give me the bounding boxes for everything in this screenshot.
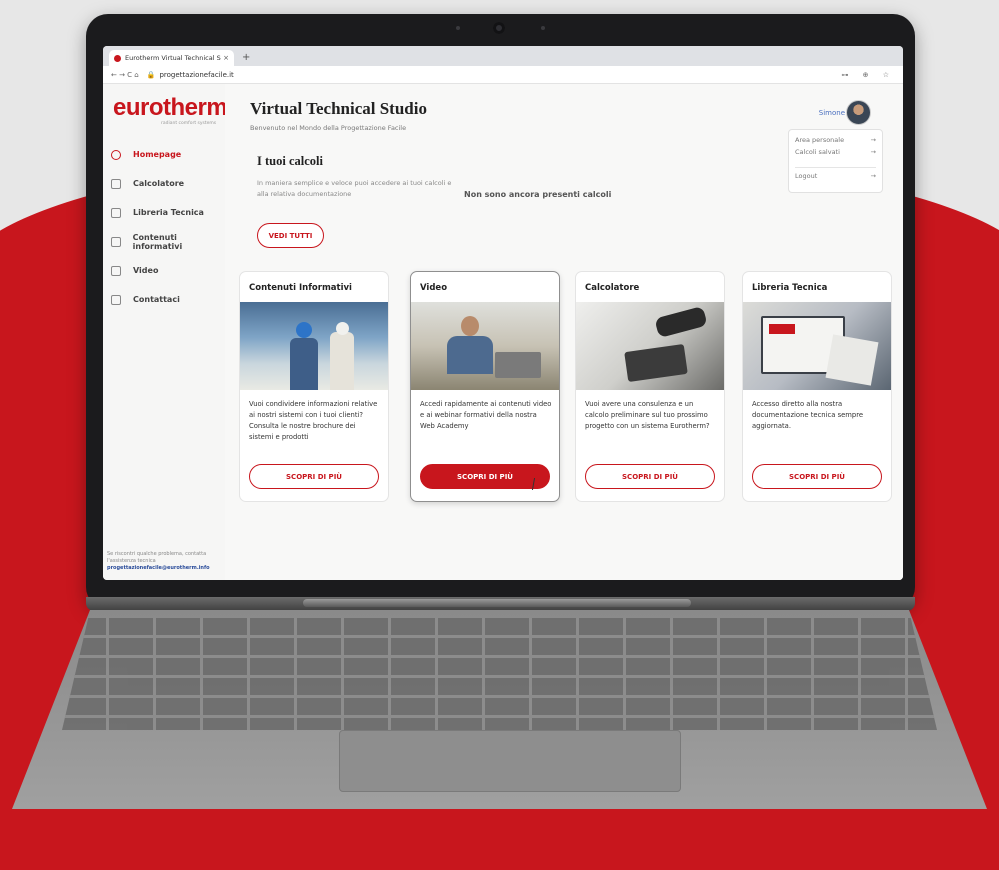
card-image-student <box>411 302 559 390</box>
menu-item-label: Logout <box>795 172 818 180</box>
sidebar-item-label: Video <box>133 266 159 275</box>
scopri-button-libreria[interactable]: SCOPRI DI PIÙ <box>752 464 882 489</box>
sidebar-item-libreria-tecnica[interactable]: Libreria Tecnica <box>103 198 225 227</box>
home-icon <box>111 149 121 160</box>
sidebar-item-label: Libreria Tecnica <box>133 208 204 217</box>
card-title: Video <box>420 283 448 293</box>
sidebar-item-label: Calcolatore <box>133 179 185 188</box>
card-title: Calcolatore <box>585 283 640 293</box>
card-title: Contenuti Informativi <box>249 283 352 293</box>
stylus-pen <box>303 599 691 607</box>
card-libreria-tecnica: Libreria Tecnica Accesso diretto alla no… <box>742 271 892 502</box>
main-content: Virtual Technical Studio Benvenuto nel M… <box>225 84 903 580</box>
sidebar-menu: Homepage Calcolatore Libreria Tecnica Co… <box>103 140 225 314</box>
page-title: Virtual Technical Studio <box>250 99 427 118</box>
address-bar: ← → C ⌂ 🔒 progettazionefacile.it ⊶ ⊕ ☆ <box>103 66 903 84</box>
close-tab-icon[interactable]: × <box>223 54 229 62</box>
card-text: Vuoi avere una consulenza e un calcolo p… <box>585 400 710 430</box>
arrow-right-icon: → <box>870 172 876 180</box>
card-contenuti-informativi: Contenuti Informativi Vuoi condividere i… <box>239 271 389 502</box>
navigation-icons[interactable]: ← → C ⌂ <box>111 71 139 79</box>
worker-figure <box>330 332 354 390</box>
calculator-icon <box>111 178 121 189</box>
sidebar-item-calcolatore[interactable]: Calcolatore <box>103 169 225 198</box>
hand-sleeve <box>654 305 708 339</box>
document-icon <box>111 236 121 247</box>
arrow-right-icon: → <box>870 148 876 156</box>
webcam <box>493 22 505 34</box>
worker-figure <box>290 338 318 390</box>
phone-icon <box>111 294 121 305</box>
eurotherm-favicon-icon <box>114 54 121 62</box>
person-head <box>461 316 479 336</box>
hardhat-icon <box>336 322 349 335</box>
laptop-screen: Eurotherm Virtual Technical S × + ← → C … <box>103 46 903 580</box>
page-subtitle: Benvenuto nel Mondo della Progettazione … <box>250 124 407 132</box>
sidebar-item-homepage[interactable]: Homepage <box>103 140 225 169</box>
sidebar-item-label: Contenuti informativi <box>132 232 183 251</box>
support-email-link[interactable]: progettazionefacile@eurotherm.info <box>107 565 225 572</box>
card-title: Libreria Tecnica <box>752 283 828 293</box>
arrow-right-icon: → <box>870 136 876 144</box>
app: eurotherm radiant comfort systems Homepa… <box>103 84 903 580</box>
eurotherm-logo[interactable]: eurotherm <box>113 94 228 122</box>
vedi-tutti-button[interactable]: VEDI TUTTI <box>257 223 324 248</box>
user-menu: Area personale → Calcoli salvati → Logou… <box>788 129 883 193</box>
lock-icon: 🔒 <box>146 70 156 79</box>
logo-tagline: radiant comfort systems <box>161 121 217 126</box>
card-text: Accesso diretto alla nostra documentazio… <box>752 400 864 430</box>
menu-item-logout[interactable]: Logout → <box>795 172 876 180</box>
laptop-bezel: Eurotherm Virtual Technical S × + ← → C … <box>86 14 915 609</box>
card-text: Accedi rapidamente ai contenuti video e … <box>420 400 552 430</box>
url-field[interactable]: progettazionefacile.it <box>159 71 841 79</box>
paper-document <box>825 334 879 386</box>
person-figure <box>447 336 493 374</box>
document-header <box>769 324 795 334</box>
hardhat-icon <box>296 322 312 338</box>
menu-item-calcoli-salvati[interactable]: Calcoli salvati → <box>795 148 876 156</box>
support-text: Se riscontri qualche problema, contatta … <box>107 551 207 564</box>
sensor-dot <box>456 26 460 30</box>
sensor-dot <box>541 26 545 30</box>
sidebar: eurotherm radiant comfort systems Homepa… <box>103 84 228 580</box>
calculator-device <box>624 343 688 383</box>
sidebar-item-contattaci[interactable]: Contattaci <box>103 285 225 314</box>
play-icon <box>111 265 121 276</box>
calcoli-title: I tuoi calcoli <box>257 154 323 168</box>
menu-divider <box>795 167 876 168</box>
browser-tab[interactable]: Eurotherm Virtual Technical S × <box>109 50 234 66</box>
browser-tabbar: Eurotherm Virtual Technical S × + <box>103 46 903 66</box>
calcoli-description: In maniera semplice e veloce puoi accede… <box>257 179 452 198</box>
menu-item-area-personale[interactable]: Area personale → <box>795 136 876 144</box>
card-calcolatore: Calcolatore Vuoi avere una consulenza e … <box>575 271 725 502</box>
browser-action-icons[interactable]: ⊶ ⊕ ☆ <box>841 71 895 79</box>
card-image-calculator <box>576 302 724 390</box>
scopri-button-calcolatore[interactable]: SCOPRI DI PIÙ <box>585 464 715 489</box>
card-image-workers <box>240 302 388 390</box>
sidebar-item-label: Homepage <box>133 150 182 159</box>
user-name[interactable]: Simone <box>819 109 845 117</box>
calcoli-empty-message: Non sono ancora presenti calcoli <box>464 190 612 199</box>
trackpad <box>339 730 681 792</box>
card-text: Vuoi condividere informazioni relative a… <box>249 400 378 441</box>
sidebar-item-label: Contattaci <box>133 295 180 304</box>
card-video: Video Accedi rapidamente ai contenuti vi… <box>410 271 560 502</box>
tab-title: Eurotherm Virtual Technical S <box>125 54 221 62</box>
avatar[interactable] <box>846 100 871 125</box>
new-tab-button[interactable]: + <box>242 50 250 66</box>
menu-item-label: Calcoli salvati <box>795 148 840 156</box>
scopri-button-contenuti[interactable]: SCOPRI DI PIÙ <box>249 464 379 489</box>
card-image-documents <box>743 302 891 390</box>
keyboard-key-rows <box>62 618 937 730</box>
sidebar-footer: Se riscontri qualche problema, contatta … <box>107 551 225 572</box>
sidebar-item-video[interactable]: Video <box>103 256 225 285</box>
sidebar-item-contenuti-informativi[interactable]: Contenuti informativi <box>103 227 225 256</box>
menu-item-label: Area personale <box>795 136 845 144</box>
laptop-icon <box>495 352 541 378</box>
scopri-button-video[interactable]: SCOPRI DI PIÙ <box>420 464 550 489</box>
library-icon <box>111 207 121 218</box>
